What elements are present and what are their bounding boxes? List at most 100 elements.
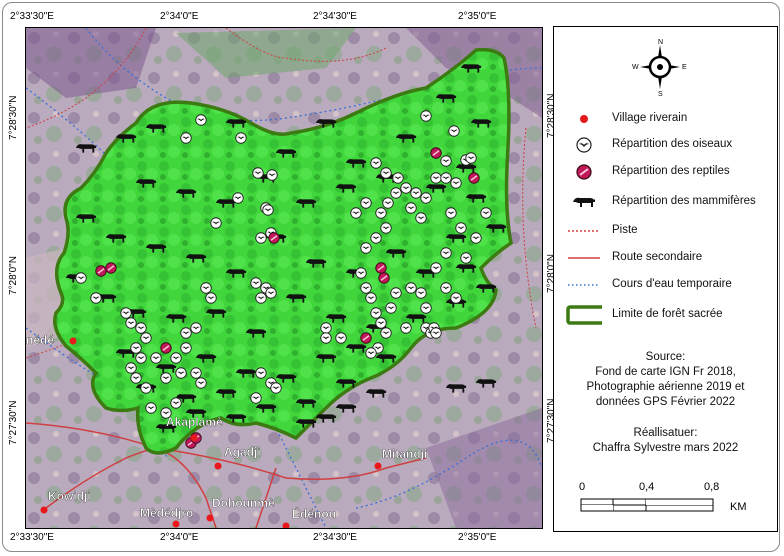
- village-marker[interactable]: [190, 434, 198, 442]
- village-label: Akaplamè: [166, 415, 223, 429]
- bird-marker: [130, 342, 142, 354]
- bird-marker: [255, 232, 267, 244]
- bird-marker: [370, 307, 382, 319]
- bird-marker: [235, 132, 247, 144]
- coord-bottom-2: 2°34'0"E: [160, 532, 199, 543]
- stream-line-icon: [568, 284, 600, 286]
- bird-marker: [430, 262, 442, 274]
- bird-marker: [270, 382, 282, 394]
- bird-marker: [405, 282, 417, 294]
- legend-label: Répartition des oiseaux: [612, 138, 733, 150]
- bird-marker: [170, 397, 182, 409]
- bird-marker: [250, 277, 262, 289]
- reptile-icon: [576, 164, 592, 180]
- bird-marker: [135, 352, 147, 364]
- forest-limit-icon: [566, 305, 602, 325]
- bird-marker: [125, 317, 137, 329]
- village-label: Mitandji: [382, 447, 427, 461]
- village-marker[interactable]: [69, 337, 77, 345]
- coord-left-3: 7°27'30"N: [8, 400, 19, 446]
- bird-marker: [400, 182, 412, 194]
- bird-marker: [415, 212, 427, 224]
- bird-marker: [415, 287, 427, 299]
- reptile-marker: [160, 342, 172, 354]
- map-panel[interactable]: nédé Akaplamè Agadji Mitandji Kowidji Mè…: [25, 27, 543, 529]
- coord-top-4: 2°35'0"E: [458, 11, 497, 22]
- bird-marker: [180, 342, 192, 354]
- bird-marker: [380, 327, 392, 339]
- bird-marker: [335, 332, 347, 344]
- village-marker[interactable]: [374, 462, 382, 470]
- legend-label: Cours d'eau temporaire: [612, 278, 732, 290]
- bird-marker: [255, 367, 267, 379]
- bird-marker: [210, 217, 222, 229]
- bird-marker: [465, 152, 477, 164]
- bird-marker: [265, 287, 277, 299]
- bird-marker: [450, 292, 462, 304]
- author-line: Chaffra Sylvestre mars 2022: [592, 442, 739, 454]
- legend-label: Répartition des reptiles: [612, 165, 730, 177]
- village-dot-icon: [580, 115, 588, 123]
- bird-marker: [190, 322, 202, 334]
- bird-marker: [195, 114, 207, 126]
- bird-marker: [400, 322, 412, 334]
- bird-marker: [320, 332, 332, 344]
- bird-marker: [350, 207, 362, 219]
- village-label: Agadji: [224, 445, 261, 459]
- source-title: Source:: [645, 351, 686, 363]
- bird-marker: [375, 317, 387, 329]
- bird-marker: [448, 125, 460, 137]
- legend-label: Village riverain: [612, 112, 688, 124]
- bird-marker: [440, 282, 452, 294]
- village-label: Mèdédjro: [140, 506, 193, 520]
- village-label: nédé: [26, 333, 54, 347]
- compass-e: E: [682, 64, 687, 71]
- coord-left-1: 7°28'30"N: [8, 95, 19, 141]
- reptile-marker: [268, 232, 280, 244]
- bird-marker: [450, 177, 462, 189]
- bird-marker: [250, 392, 262, 404]
- reptile-marker: [375, 262, 387, 274]
- bird-marker: [480, 207, 492, 219]
- bird-marker: [140, 332, 152, 344]
- bird-marker: [125, 362, 137, 374]
- village-marker[interactable]: [172, 520, 180, 528]
- coord-left-2: 7°28'0"N: [8, 256, 19, 295]
- bird-marker: [420, 302, 432, 314]
- mammal-icon: [573, 197, 595, 207]
- compass-s: S: [658, 91, 663, 97]
- bird-marker: [190, 367, 202, 379]
- bird-marker: [420, 192, 432, 204]
- bird-marker: [135, 322, 147, 334]
- legend-label: Route secondaire: [612, 251, 703, 263]
- bird-marker: [355, 267, 367, 279]
- bird-marker: [380, 167, 392, 179]
- coord-bottom-4: 2°35'0"E: [458, 532, 497, 543]
- bird-marker: [440, 247, 452, 259]
- bird-marker: [140, 382, 152, 394]
- coord-top-3: 2°34'30"E: [313, 11, 357, 22]
- bird-marker: [120, 307, 132, 319]
- bird-marker: [375, 207, 387, 219]
- village-marker[interactable]: [206, 514, 214, 522]
- track-line-icon: [568, 230, 600, 232]
- bird-icon: [576, 137, 592, 153]
- source-line-3: données GPS Février 2022: [595, 396, 736, 408]
- bird-marker: [365, 347, 377, 359]
- village-label: Dohounmè: [212, 496, 275, 510]
- bird-marker: [180, 327, 192, 339]
- source-line-1: Fond de carte IGN Fr 2018,: [595, 366, 736, 378]
- bird-marker: [252, 167, 264, 179]
- bird-marker: [382, 197, 394, 209]
- bird-marker: [262, 204, 274, 216]
- bird-marker: [360, 242, 372, 254]
- bird-marker: [470, 232, 482, 244]
- bird-marker: [410, 187, 422, 199]
- bird-marker: [205, 292, 217, 304]
- village-marker[interactable]: [214, 462, 222, 470]
- village-marker[interactable]: [40, 506, 48, 514]
- satellite-map[interactable]: nédé Akaplamè Agadji Mitandji Kowidji Mè…: [26, 28, 542, 528]
- reptile-marker: [468, 172, 480, 184]
- bird-marker: [460, 252, 472, 264]
- author-title: Réallisatuer:: [633, 427, 698, 439]
